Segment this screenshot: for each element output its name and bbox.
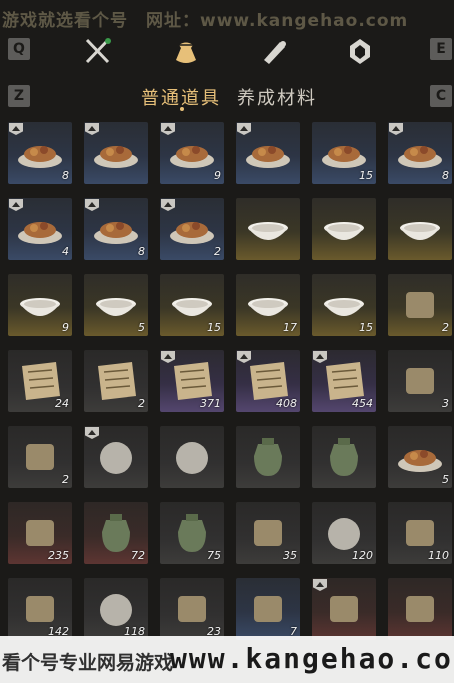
item-count: 17: [283, 321, 297, 334]
crossed-weapons-icon[interactable]: [82, 36, 114, 66]
inventory-slot[interactable]: [84, 426, 148, 488]
flower-bowl-icon: [312, 198, 376, 260]
scroll-icon[interactable]: [258, 36, 290, 66]
item-count: 75: [207, 549, 221, 562]
inventory-slot[interactable]: 408: [236, 350, 300, 412]
inventory-slot[interactable]: 371: [160, 350, 224, 412]
inventory-slot[interactable]: 15: [312, 274, 376, 336]
inventory-slot[interactable]: 235: [8, 502, 72, 564]
item-count: 2: [62, 473, 69, 486]
item-count: 2: [214, 245, 221, 258]
item-count: 110: [428, 549, 449, 562]
item-count: 15: [359, 321, 373, 334]
inventory-slot[interactable]: 8: [8, 122, 72, 184]
item-count: 9: [62, 321, 69, 334]
inventory-slot[interactable]: 118: [84, 578, 148, 640]
inventory-slot[interactable]: 454: [312, 350, 376, 412]
inventory-slot[interactable]: 120: [312, 502, 376, 564]
item-count: 235: [48, 549, 69, 562]
sub-tab-bar: Z 普通道具 养成材料 C: [0, 80, 454, 112]
inventory-slot[interactable]: 5: [84, 274, 148, 336]
inventory-slot[interactable]: 15: [160, 274, 224, 336]
inventory-slot[interactable]: 17: [236, 274, 300, 336]
inventory-slot[interactable]: 15: [312, 122, 376, 184]
inventory-slot[interactable]: [236, 198, 300, 260]
inventory-slot[interactable]: 2: [388, 274, 452, 336]
inventory-slot[interactable]: [388, 198, 452, 260]
item-count: 454: [352, 397, 373, 410]
category-tab-bar: Q E: [0, 34, 454, 70]
item-count: 408: [276, 397, 297, 410]
inventory-slot[interactable]: 5: [388, 426, 452, 488]
white-bowl-icon: [236, 198, 300, 260]
key-hint-e: E: [430, 38, 452, 60]
key-hint-z: Z: [8, 85, 30, 107]
inventory-slot[interactable]: 3: [388, 350, 452, 412]
item-count: 4: [62, 245, 69, 258]
item-count: 8: [62, 169, 69, 182]
inventory-slot[interactable]: 75: [160, 502, 224, 564]
inventory-slot[interactable]: [236, 122, 300, 184]
watermark-bottom-text: 看个号专业网易游戏: [2, 652, 174, 674]
painted-bowl-icon: [388, 198, 452, 260]
watermark-bottom-url: www.kangehao.co: [170, 642, 453, 675]
stone-icon: [160, 426, 224, 488]
inventory-slot[interactable]: [236, 426, 300, 488]
inventory-slot[interactable]: [312, 578, 376, 640]
inventory-slot[interactable]: 9: [8, 274, 72, 336]
item-count: 371: [200, 397, 221, 410]
item-count: 24: [55, 397, 69, 410]
item-count: 72: [131, 549, 145, 562]
inventory-slot[interactable]: 9: [160, 122, 224, 184]
inventory-slot[interactable]: 2: [84, 350, 148, 412]
tab-cultivation-materials[interactable]: 养成材料: [237, 84, 317, 110]
item-count: 2: [442, 321, 449, 334]
gem-emblem-icon[interactable]: [344, 36, 376, 66]
green-teapot-icon: [236, 426, 300, 488]
item-count: 9: [214, 169, 221, 182]
item-count: 5: [138, 321, 145, 334]
item-count: 35: [283, 549, 297, 562]
inventory-slot[interactable]: 8: [388, 122, 452, 184]
item-count: 8: [138, 245, 145, 258]
inventory-slot[interactable]: [312, 198, 376, 260]
inventory-slot[interactable]: 2: [8, 426, 72, 488]
item-count: 8: [442, 169, 449, 182]
item-count: 3: [442, 397, 449, 410]
inventory-slot[interactable]: 23: [160, 578, 224, 640]
key-hint-c: C: [430, 85, 452, 107]
inventory-slot[interactable]: 24: [8, 350, 72, 412]
item-count: 5: [442, 473, 449, 486]
inventory-slot[interactable]: 4: [8, 198, 72, 260]
inventory-slot[interactable]: [312, 426, 376, 488]
item-count: 15: [359, 169, 373, 182]
item-count: 120: [352, 549, 373, 562]
item-count: 15: [207, 321, 221, 334]
white-teapot-icon: [312, 426, 376, 488]
key-hint-q: Q: [8, 38, 30, 60]
pouch-icon[interactable]: [170, 36, 202, 66]
red-envelope-icon: [388, 578, 452, 640]
inventory-slot[interactable]: 72: [84, 502, 148, 564]
inventory-slot[interactable]: 7: [236, 578, 300, 640]
watermark-top: 游戏就选看个号 网址：www.kangehao.com: [2, 11, 409, 31]
watermark-bottom: 看个号专业网易游戏 www.kangehao.co: [0, 636, 454, 683]
item-count: 2: [138, 397, 145, 410]
inventory-slot[interactable]: [160, 426, 224, 488]
inventory-slot[interactable]: 142: [8, 578, 72, 640]
inventory-slot[interactable]: [388, 578, 452, 640]
inventory-slot[interactable]: 2: [160, 198, 224, 260]
inventory-slot[interactable]: 35: [236, 502, 300, 564]
inventory-slot[interactable]: 110: [388, 502, 452, 564]
inventory-slot[interactable]: [84, 122, 148, 184]
inventory-slot[interactable]: 8: [84, 198, 148, 260]
active-tab-indicator: [180, 107, 184, 111]
